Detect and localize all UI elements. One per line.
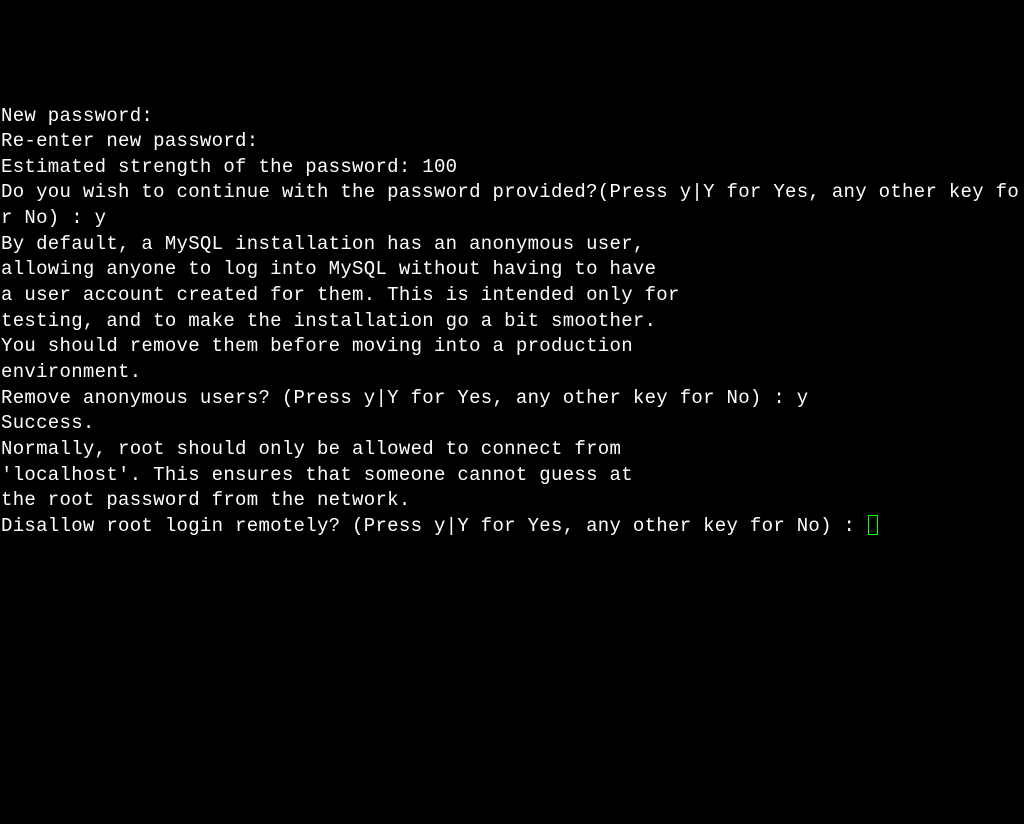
terminal-line: Success. <box>1 411 1024 437</box>
terminal-line: allowing anyone to log into MySQL withou… <box>1 257 1024 283</box>
cursor-icon[interactable] <box>868 515 878 535</box>
terminal-line: Do you wish to continue with the passwor… <box>1 180 1024 231</box>
terminal-output[interactable]: New password:Re-enter new password:Estim… <box>1 104 1024 696</box>
terminal-line: testing, and to make the installation go… <box>1 309 1024 335</box>
terminal-prompt: Disallow root login remotely? (Press y|Y… <box>1 515 867 537</box>
terminal-line: Normally, root should only be allowed to… <box>1 437 1024 463</box>
terminal-line: the root password from the network. <box>1 488 1024 514</box>
terminal-line: Remove anonymous users? (Press y|Y for Y… <box>1 386 1024 412</box>
terminal-line: You should remove them before moving int… <box>1 334 1024 360</box>
terminal-line: 'localhost'. This ensures that someone c… <box>1 463 1024 489</box>
terminal-line: Re-enter new password: <box>1 129 1024 155</box>
terminal-line: environment. <box>1 360 1024 386</box>
terminal-line: a user account created for them. This is… <box>1 283 1024 309</box>
terminal-line: New password: <box>1 104 1024 130</box>
terminal-line: By default, a MySQL installation has an … <box>1 232 1024 258</box>
terminal-line: Estimated strength of the password: 100 <box>1 155 1024 181</box>
